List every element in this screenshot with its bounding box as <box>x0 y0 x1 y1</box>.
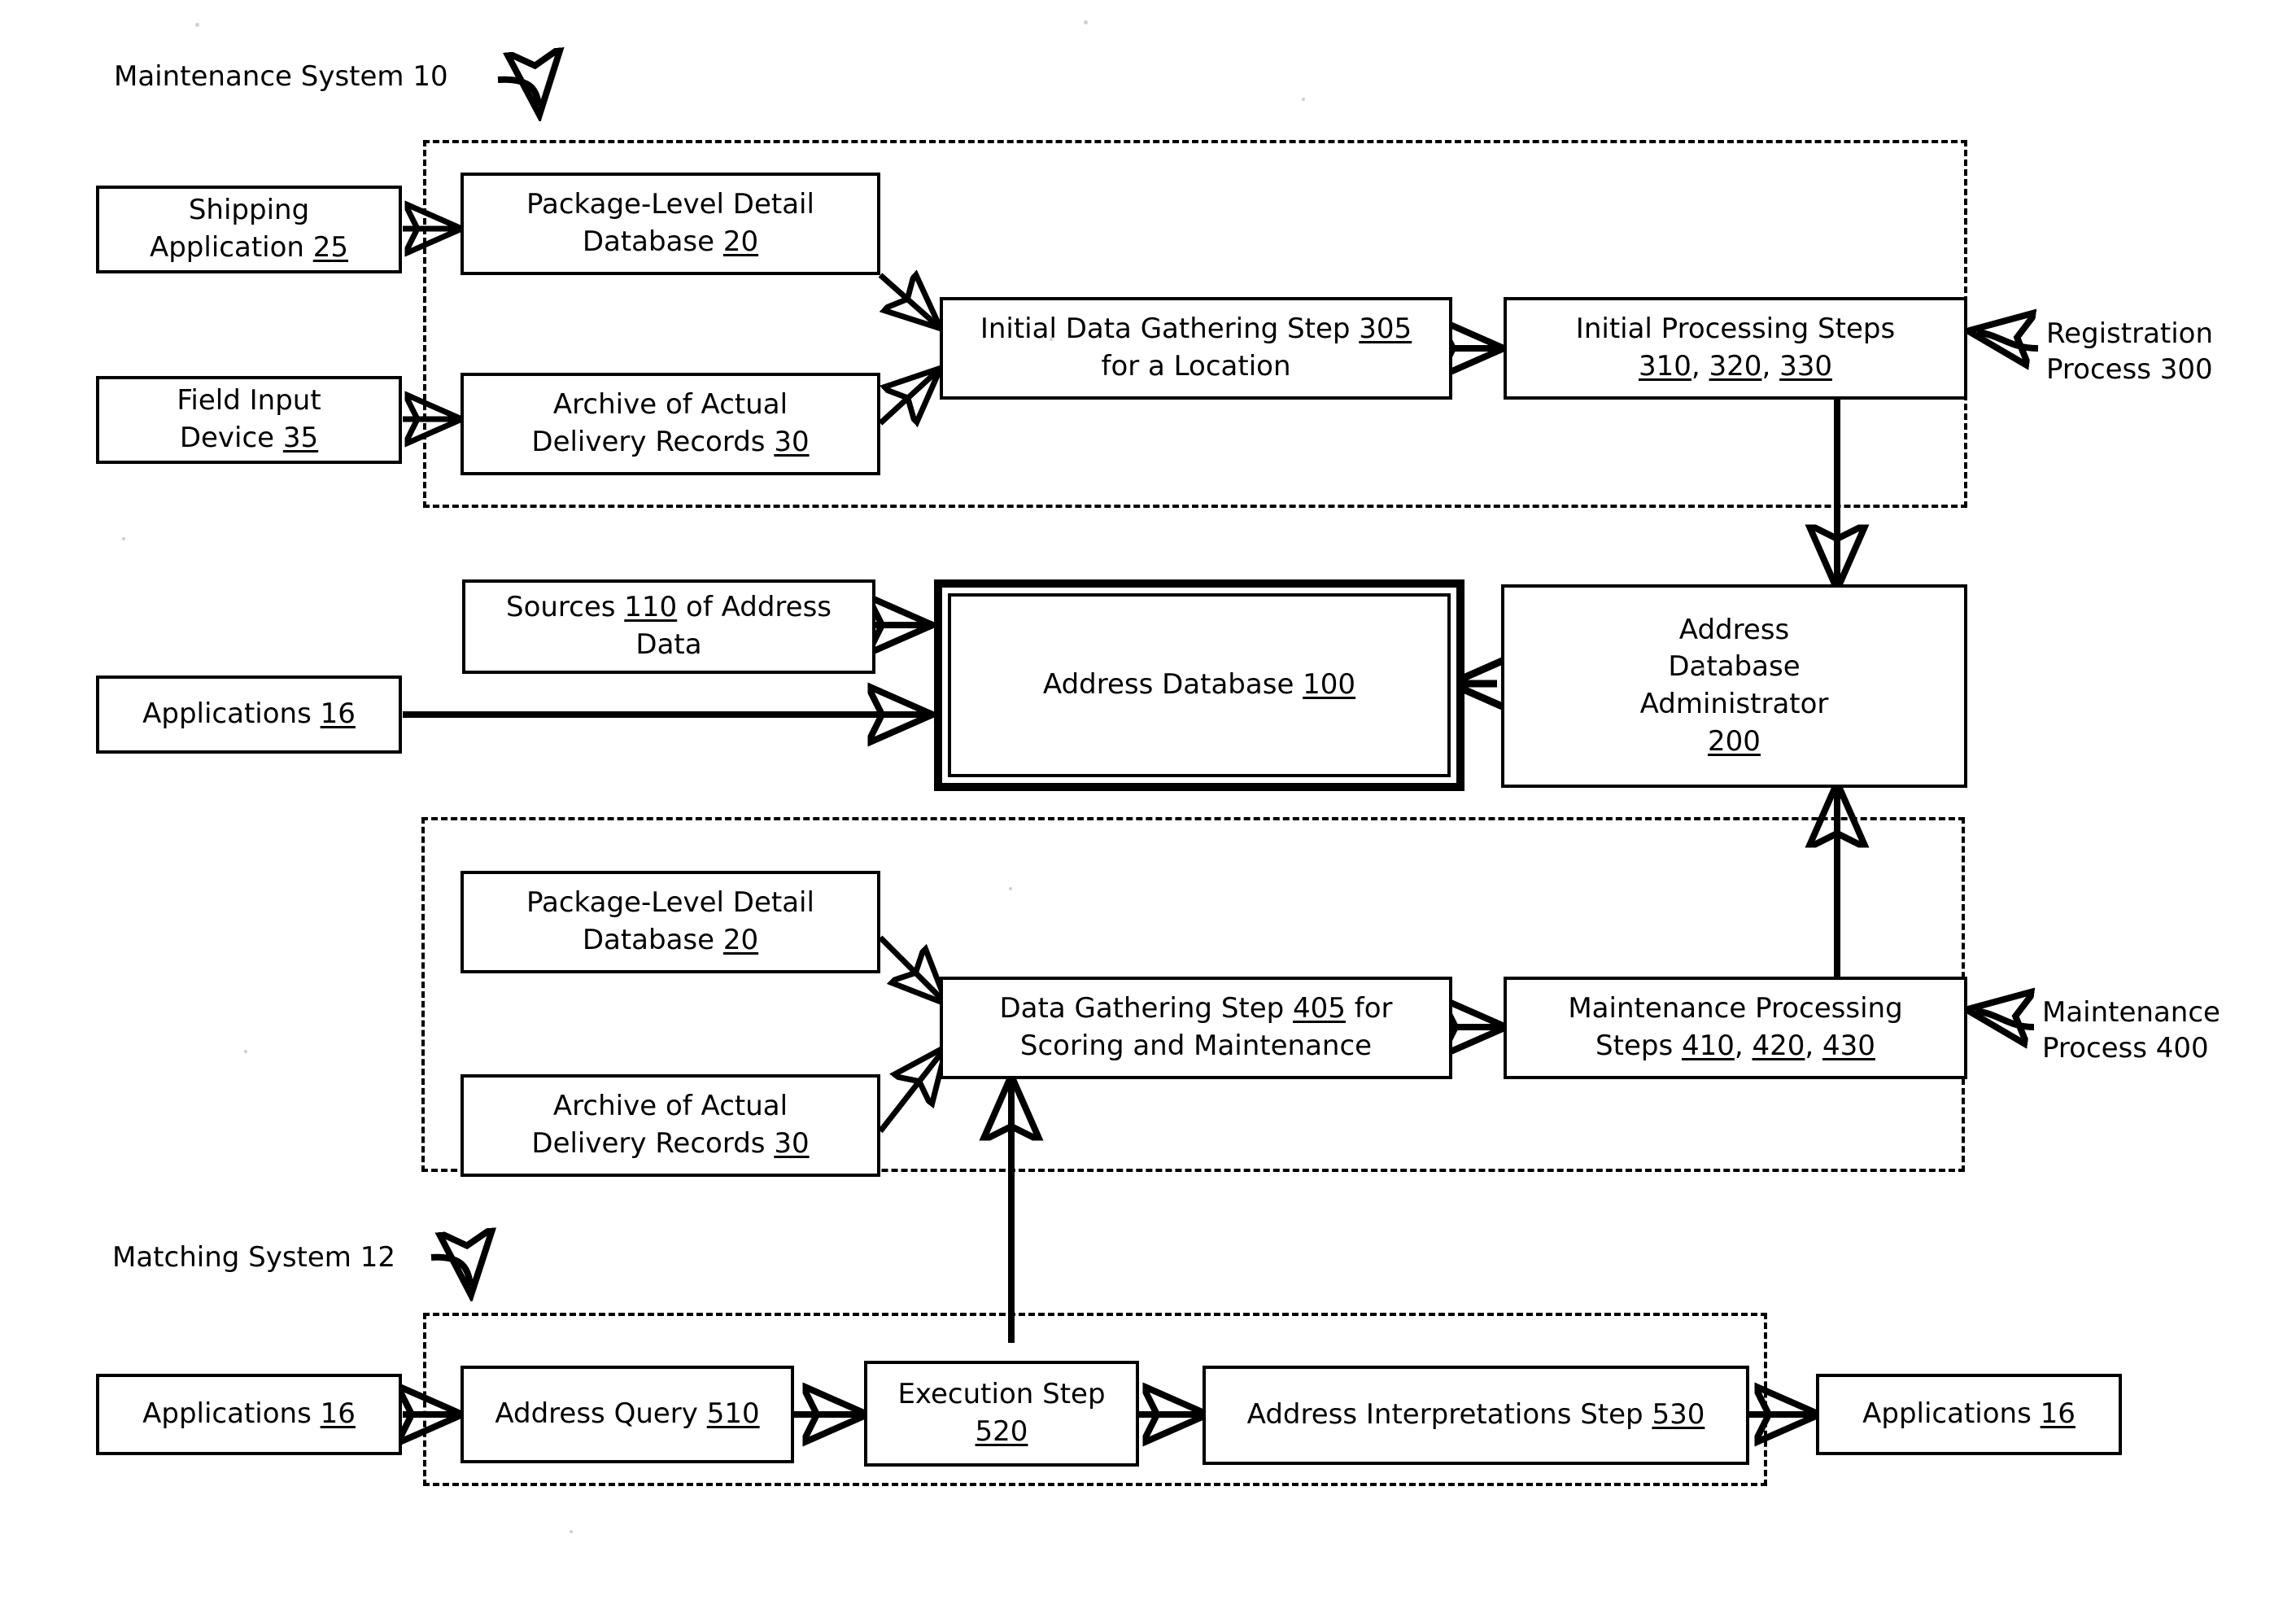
box-applications-bottom-left[interactable]: Applications 16 <box>96 1374 402 1455</box>
field-input-device-line2: Device <box>179 422 283 454</box>
box-archive-delivery-records-top[interactable]: Archive of Actual Delivery Records 30 <box>461 373 880 475</box>
archive-top-line2: Delivery Records <box>531 426 775 458</box>
box-package-level-detail-database-mid[interactable]: Package-Level Detail Database 20 <box>461 871 880 973</box>
sources-ref: 110 <box>624 591 678 624</box>
idg-line2: for a Location <box>1101 350 1291 383</box>
mps-line1: Maintenance Processing <box>1568 992 1903 1025</box>
mps-ref3: 430 <box>1822 1030 1875 1062</box>
execution-step-line1: Execution Step <box>897 1378 1106 1411</box>
archive-mid-line1: Archive of Actual <box>552 1090 788 1123</box>
pld-db-top-ref: 20 <box>722 225 759 258</box>
box-data-gathering-step-405[interactable]: Data Gathering Step 405 for Scoring and … <box>940 977 1452 1079</box>
box-archive-delivery-records-mid[interactable]: Archive of Actual Delivery Records 30 <box>461 1074 880 1177</box>
box-applications-bottom-right[interactable]: Applications 16 <box>1816 1374 2122 1455</box>
ips-ref3: 330 <box>1779 350 1832 383</box>
field-input-device-line1: Field Input <box>177 384 321 418</box>
scan-speck <box>1050 338 1053 341</box>
sources-pre: Sources <box>506 591 625 624</box>
archive-mid-ref: 30 <box>774 1127 810 1160</box>
pld-db-mid-line1: Package-Level Detail <box>526 886 814 920</box>
scan-speck <box>1084 20 1088 24</box>
execution-step-ref: 520 <box>975 1415 1028 1448</box>
pld-db-top-line1: Package-Level Detail <box>526 188 814 221</box>
idg-line1: Initial Data Gathering Step <box>980 313 1360 346</box>
box-initial-processing-steps[interactable]: Initial Processing Steps 310, 320, 330 <box>1504 297 1967 400</box>
box-address-query[interactable]: Address Query 510 <box>461 1366 794 1463</box>
box-maintenance-processing-steps[interactable]: Maintenance Processing Steps 410, 420, 4… <box>1504 977 1967 1079</box>
box-package-level-detail-database-top[interactable]: Package-Level Detail Database 20 <box>461 173 880 275</box>
box-sources-of-address-data[interactable]: Sources 110 of Address Data <box>462 579 875 674</box>
box-address-interpretations-step[interactable]: Address Interpretations Step 530 <box>1203 1366 1749 1465</box>
admin-ref: 200 <box>1708 724 1761 758</box>
label-registration-process: Registration Process 300 <box>2046 317 2214 387</box>
applications-bl-text: Applications <box>142 1397 321 1431</box>
field-input-device-ref: 35 <box>282 422 319 454</box>
address-db-line1: Address <box>1042 668 1154 702</box>
applications-br-ref: 16 <box>2040 1397 2076 1431</box>
scan-speck <box>1009 887 1012 890</box>
applications-bl-ref: 16 <box>320 1397 356 1431</box>
label-maintenance-system: Maintenance System 10 <box>114 60 448 93</box>
pld-db-mid-ref: 20 <box>722 924 759 956</box>
scan-speck <box>570 1530 573 1533</box>
box-address-database[interactable]: Address Database 100 <box>934 579 1464 791</box>
box-field-input-device[interactable]: Field Input Device 35 <box>96 376 402 464</box>
admin-line2: Database <box>1668 650 1801 684</box>
box-shipping-application[interactable]: Shipping Application 25 <box>96 186 402 273</box>
scan-speck <box>1302 98 1305 101</box>
box-initial-data-gathering-step[interactable]: Initial Data Gathering Step 305 for a Lo… <box>940 297 1452 400</box>
mps-pre2: Steps <box>1595 1030 1682 1062</box>
box-address-database-administrator[interactable]: Address Database Administrator 200 <box>1501 584 1967 788</box>
dg405-post: for <box>1345 992 1393 1025</box>
address-query-ref: 510 <box>706 1397 760 1431</box>
patent-figure-canvas: Maintenance System 10 Registration Proce… <box>0 0 2296 1622</box>
scan-speck <box>195 23 199 27</box>
idg-ref: 305 <box>1359 313 1412 346</box>
shipping-application-line1: Shipping <box>188 194 310 227</box>
box-execution-step[interactable]: Execution Step 520 <box>864 1361 1139 1467</box>
scan-speck <box>244 1050 247 1053</box>
ips-ref2: 320 <box>1709 350 1762 383</box>
mps-ref1: 410 <box>1681 1030 1735 1062</box>
shipping-application-line2: Application <box>149 231 313 264</box>
scan-speck <box>1700 667 1704 671</box>
label-matching-system: Matching System 12 <box>112 1241 395 1274</box>
admin-line1: Address <box>1678 613 1790 646</box>
archive-mid-line2: Delivery Records <box>531 1127 775 1160</box>
label-maintenance-process: Maintenance Process 400 <box>2042 996 2220 1065</box>
scan-speck <box>122 537 125 540</box>
dg405-pre: Data Gathering Step <box>999 992 1294 1025</box>
archive-top-line1: Archive of Actual <box>552 388 788 422</box>
box-applications-left[interactable]: Applications 16 <box>96 675 402 754</box>
address-db-ref: 100 <box>1303 668 1356 702</box>
shipping-application-ref: 25 <box>312 231 349 264</box>
sources-post: of Address <box>677 591 832 624</box>
address-query-text: Address Query <box>495 1397 707 1431</box>
applications-br-text: Applications <box>1862 1397 2041 1431</box>
address-interp-ref: 530 <box>1652 1398 1705 1432</box>
applications-left-text: Applications <box>142 697 321 731</box>
mps-ref2: 420 <box>1752 1030 1805 1062</box>
address-db-line2: Database <box>1162 668 1294 702</box>
address-interp-text: Address Interpretations Step <box>1246 1398 1652 1432</box>
admin-line3: Administrator <box>1639 688 1829 720</box>
dg405-ref: 405 <box>1293 992 1346 1025</box>
dg405-line2: Scoring and Maintenance <box>1019 1030 1373 1062</box>
ips-ref1: 310 <box>1639 350 1691 383</box>
archive-top-ref: 30 <box>774 426 810 458</box>
applications-left-ref: 16 <box>320 697 356 731</box>
pld-db-mid-line2: Database <box>582 924 723 956</box>
ips-line1: Initial Processing Steps <box>1575 313 1896 346</box>
sources-line2: Data <box>635 628 702 661</box>
pld-db-top-line2: Database <box>582 225 723 258</box>
